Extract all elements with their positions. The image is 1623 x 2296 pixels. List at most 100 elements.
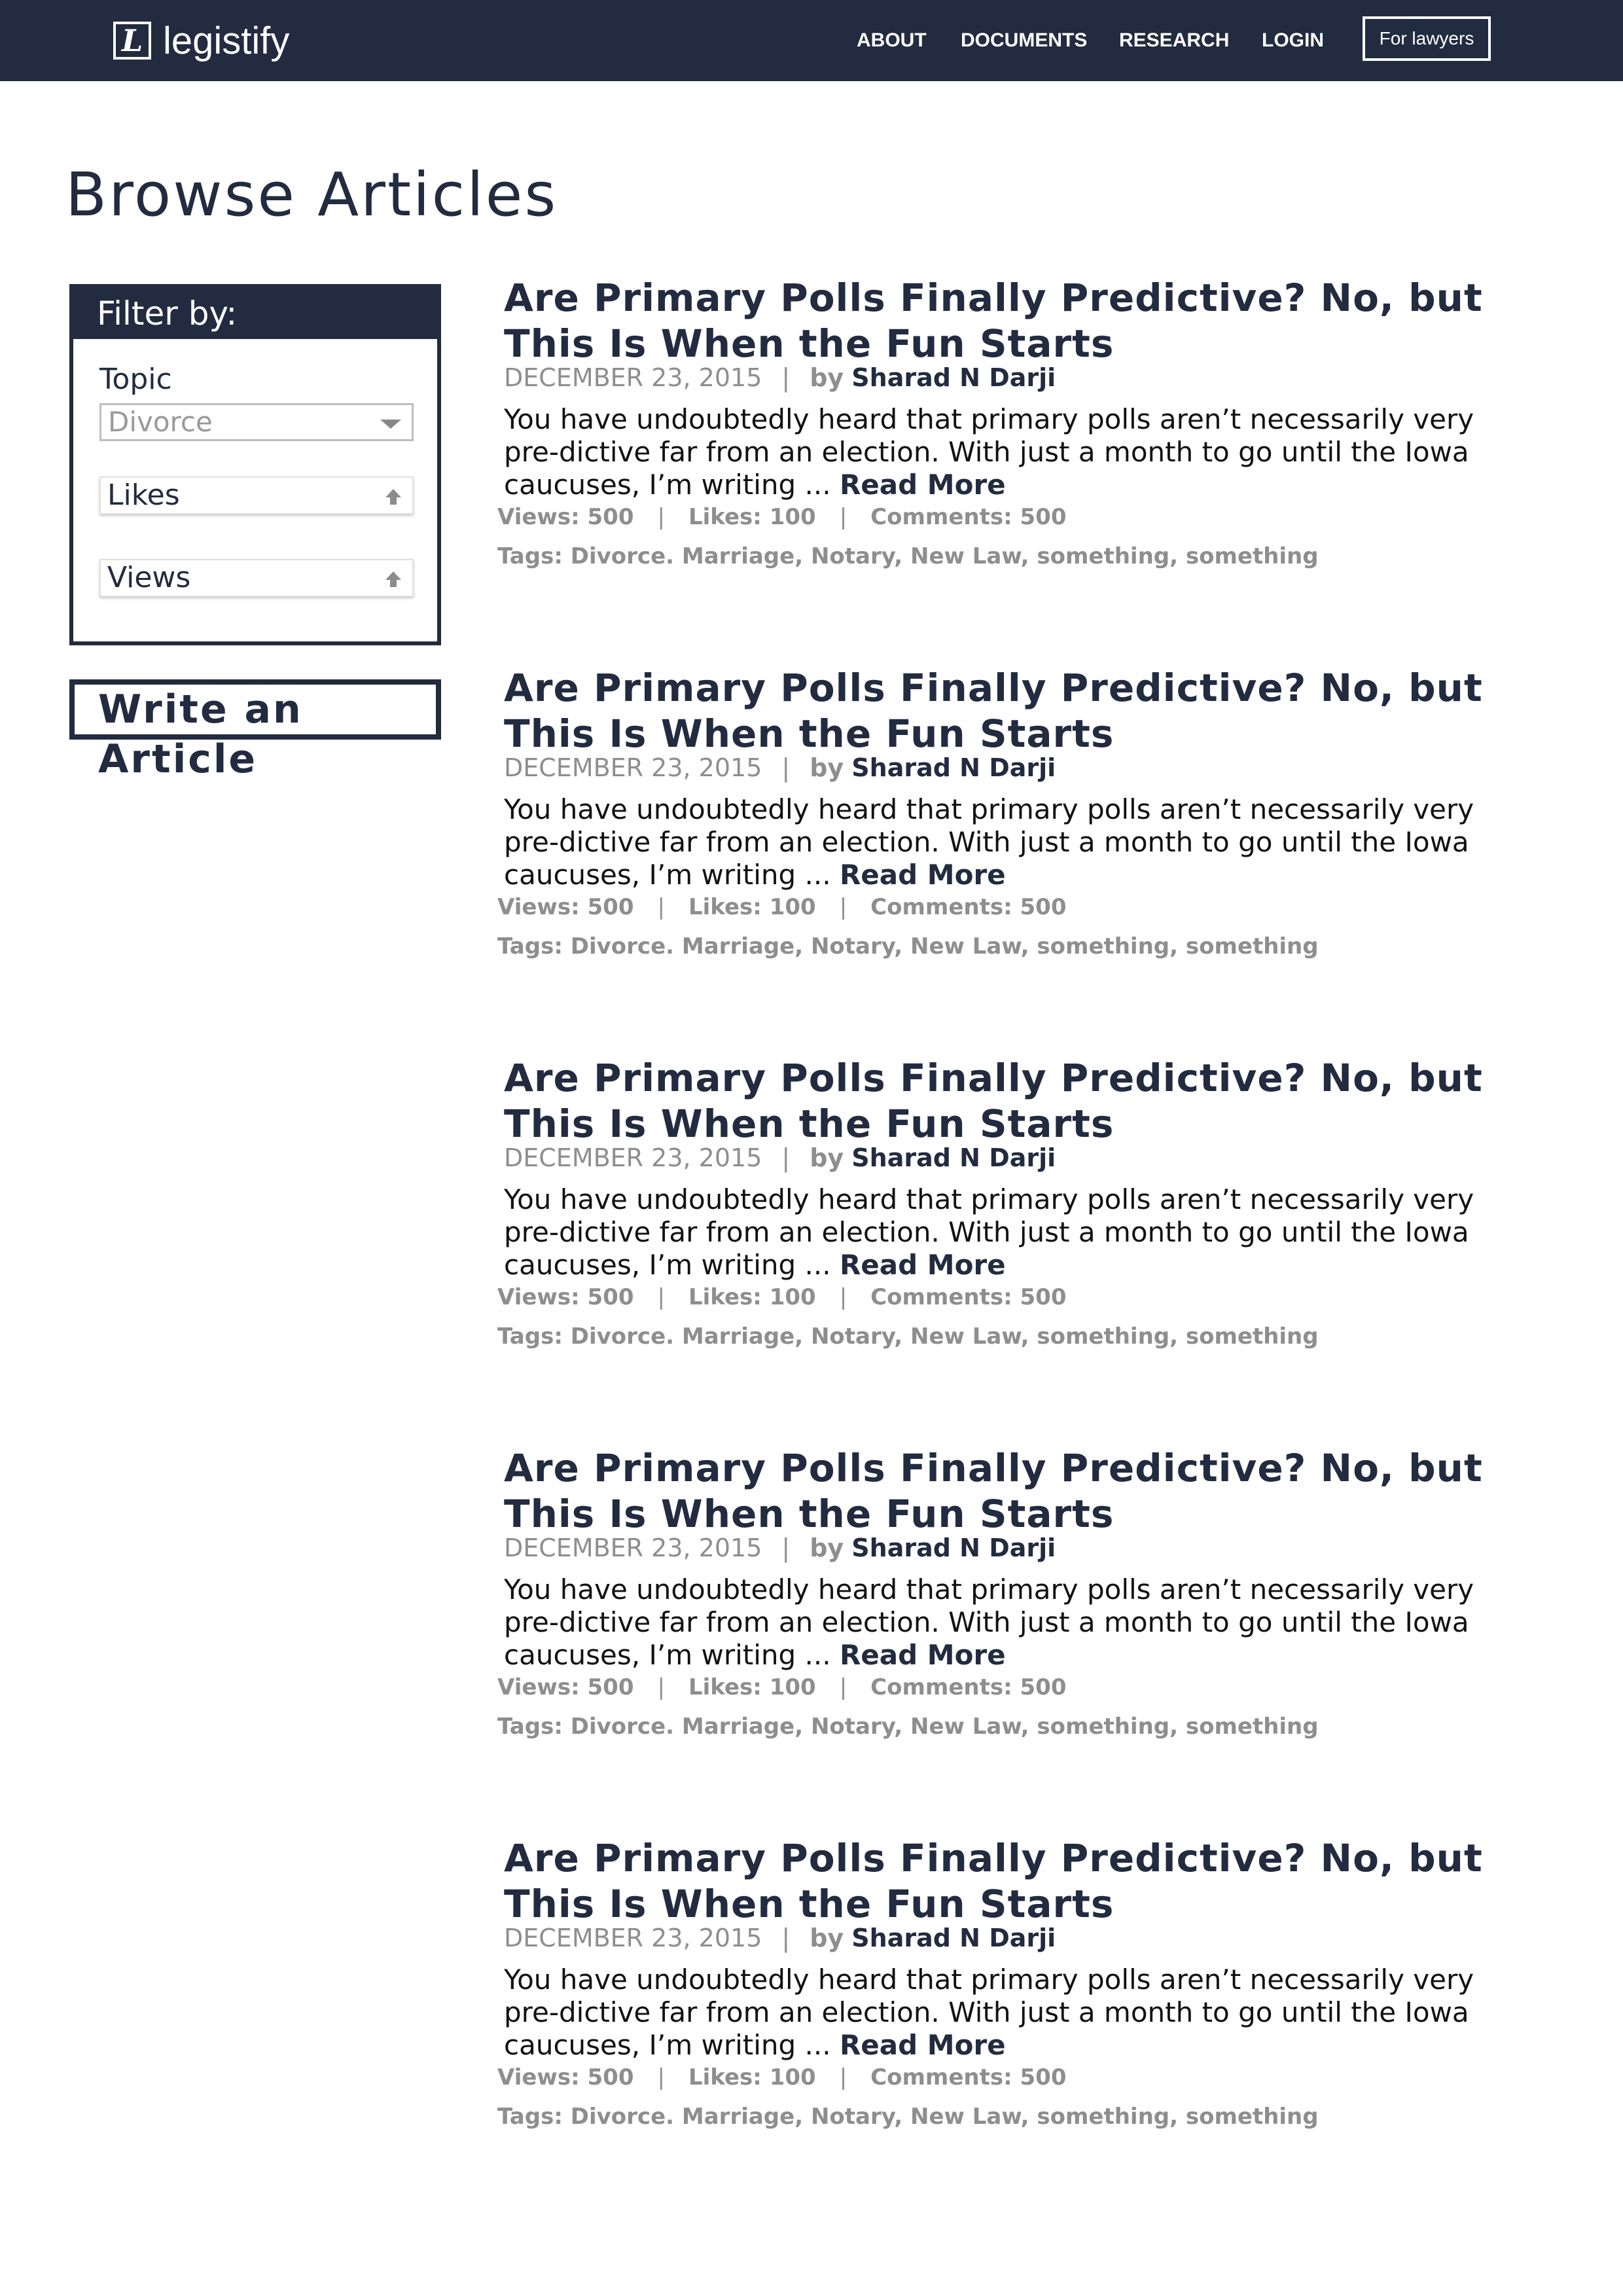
- article-card: Are Primary Polls Finally Predictive? No…: [497, 1055, 1531, 1422]
- logo-text: legistify: [163, 19, 290, 62]
- article-author[interactable]: Sharad N Darji: [851, 1534, 1056, 1562]
- views-count: Views: 500: [497, 2064, 634, 2090]
- topic-select[interactable]: Divorce: [99, 403, 414, 441]
- top-navbar: L legistify ABOUT DOCUMENTS RESEARCH LOG…: [0, 0, 1623, 81]
- likes-count: Likes: 100: [688, 1674, 816, 1700]
- article-author[interactable]: Sharad N Darji: [851, 363, 1056, 392]
- sort-views-label: Views: [107, 561, 191, 594]
- meta-by: by: [810, 1143, 844, 1172]
- article-excerpt: You have undoubtedly heard that primary …: [504, 1183, 1531, 1282]
- stat-separator: |: [657, 2064, 665, 2090]
- likes-count: Likes: 100: [688, 504, 816, 530]
- article-card: Are Primary Polls Finally Predictive? No…: [497, 1445, 1531, 1812]
- meta-by: by: [810, 363, 844, 392]
- views-count: Views: 500: [497, 894, 634, 920]
- article-author[interactable]: Sharad N Darji: [851, 1924, 1056, 1952]
- article-stats: Views: 500 | Likes: 100 | Comments: 500: [497, 2063, 1066, 2092]
- page-title: Browse Articles: [65, 160, 558, 230]
- article-card: Are Primary Polls Finally Predictive? No…: [497, 1835, 1531, 2202]
- article-title[interactable]: Are Primary Polls Finally Predictive? No…: [504, 665, 1531, 757]
- article-excerpt: You have undoubtedly heard that primary …: [504, 1573, 1531, 1672]
- article-excerpt: You have undoubtedly heard that primary …: [504, 403, 1531, 501]
- meta-separator: |: [781, 1143, 791, 1172]
- logo[interactable]: L legistify: [113, 14, 289, 67]
- arrow-up-icon: [385, 571, 401, 587]
- read-more-link[interactable]: Read More: [840, 859, 1006, 891]
- meta-by: by: [810, 1924, 844, 1952]
- views-count: Views: 500: [497, 1284, 634, 1310]
- nav-link-login[interactable]: LOGIN: [1262, 26, 1324, 55]
- article-excerpt: You have undoubtedly heard that primary …: [504, 793, 1531, 891]
- nav-link-about[interactable]: ABOUT: [857, 26, 927, 55]
- meta-separator: |: [781, 753, 791, 782]
- sort-by-views[interactable]: Views: [99, 559, 414, 597]
- article-meta: DECEMBER 23, 2015 | by Sharad N Darji: [504, 361, 1056, 394]
- article-meta: DECEMBER 23, 2015 | by Sharad N Darji: [504, 1922, 1056, 1954]
- likes-count: Likes: 100: [688, 894, 816, 920]
- article-meta: DECEMBER 23, 2015 | by Sharad N Darji: [504, 1141, 1056, 1174]
- article-card: Are Primary Polls Finally Predictive? No…: [497, 665, 1531, 1031]
- read-more-link[interactable]: Read More: [840, 2029, 1006, 2061]
- for-lawyers-button[interactable]: For lawyers: [1363, 16, 1491, 61]
- filter-panel: Filter by: Topic Divorce Likes Views: [69, 284, 441, 645]
- likes-count: Likes: 100: [688, 1284, 816, 1310]
- sort-by-likes[interactable]: Likes: [99, 476, 414, 514]
- article-excerpt: You have undoubtedly heard that primary …: [504, 1964, 1531, 2062]
- article-title[interactable]: Are Primary Polls Finally Predictive? No…: [504, 1445, 1531, 1537]
- comments-count: Comments: 500: [870, 1674, 1067, 1700]
- comments-count: Comments: 500: [870, 1284, 1067, 1310]
- write-article-button[interactable]: Write an Article: [69, 679, 441, 782]
- nav-link-documents[interactable]: DOCUMENTS: [961, 26, 1087, 55]
- article-stats: Views: 500 | Likes: 100 | Comments: 500: [497, 1673, 1066, 1702]
- meta-by: by: [810, 753, 844, 782]
- article-date: DECEMBER 23, 2015: [504, 1534, 762, 1562]
- article-date: DECEMBER 23, 2015: [504, 363, 762, 392]
- article-meta: DECEMBER 23, 2015 | by Sharad N Darji: [504, 1532, 1056, 1564]
- views-count: Views: 500: [497, 1674, 634, 1700]
- nav-link-research[interactable]: RESEARCH: [1119, 26, 1229, 55]
- article-date: DECEMBER 23, 2015: [504, 1143, 762, 1172]
- stat-separator: |: [657, 1674, 665, 1700]
- read-more-link[interactable]: Read More: [840, 1639, 1006, 1671]
- stat-separator: |: [839, 504, 847, 530]
- article-tags: Tags: Divorce. Marriage, Notary, New Law…: [497, 543, 1319, 569]
- filter-header: Filter by:: [73, 288, 437, 339]
- stat-separator: |: [839, 1284, 847, 1310]
- stat-separator: |: [657, 1284, 665, 1310]
- article-title[interactable]: Are Primary Polls Finally Predictive? No…: [504, 275, 1531, 367]
- article-author[interactable]: Sharad N Darji: [851, 1143, 1056, 1172]
- article-meta: DECEMBER 23, 2015 | by Sharad N Darji: [504, 751, 1056, 784]
- stat-separator: |: [839, 2064, 847, 2090]
- comments-count: Comments: 500: [870, 504, 1067, 530]
- stat-separator: |: [839, 1674, 847, 1700]
- article-tags: Tags: Divorce. Marriage, Notary, New Law…: [497, 933, 1319, 960]
- article-card: Are Primary Polls Finally Predictive? No…: [497, 275, 1531, 641]
- article-tags: Tags: Divorce. Marriage, Notary, New Law…: [497, 1713, 1319, 1740]
- stat-separator: |: [657, 504, 665, 530]
- read-more-link[interactable]: Read More: [840, 469, 1006, 501]
- arrow-up-icon: [385, 489, 401, 505]
- article-stats: Views: 500 | Likes: 100 | Comments: 500: [497, 1283, 1066, 1312]
- comments-count: Comments: 500: [870, 894, 1067, 920]
- views-count: Views: 500: [497, 504, 634, 530]
- sort-likes-label: Likes: [107, 478, 180, 512]
- article-tags: Tags: Divorce. Marriage, Notary, New Law…: [497, 2104, 1319, 2130]
- likes-count: Likes: 100: [688, 2064, 816, 2090]
- meta-separator: |: [781, 1534, 791, 1562]
- meta-by: by: [810, 1534, 844, 1562]
- read-more-link[interactable]: Read More: [840, 1249, 1006, 1281]
- article-author[interactable]: Sharad N Darji: [851, 753, 1056, 782]
- article-title[interactable]: Are Primary Polls Finally Predictive? No…: [504, 1055, 1531, 1147]
- topic-select-value: Divorce: [108, 406, 213, 438]
- meta-separator: |: [781, 363, 791, 392]
- chevron-down-icon: [380, 420, 401, 429]
- stat-separator: |: [839, 894, 847, 920]
- article-stats: Views: 500 | Likes: 100 | Comments: 500: [497, 893, 1066, 922]
- stat-separator: |: [657, 894, 665, 920]
- article-date: DECEMBER 23, 2015: [504, 753, 762, 782]
- article-title[interactable]: Are Primary Polls Finally Predictive? No…: [504, 1835, 1531, 1927]
- comments-count: Comments: 500: [870, 2064, 1067, 2090]
- logo-mark-icon: L: [113, 22, 151, 60]
- topic-label: Topic: [99, 363, 172, 396]
- article-tags: Tags: Divorce. Marriage, Notary, New Law…: [497, 1323, 1319, 1350]
